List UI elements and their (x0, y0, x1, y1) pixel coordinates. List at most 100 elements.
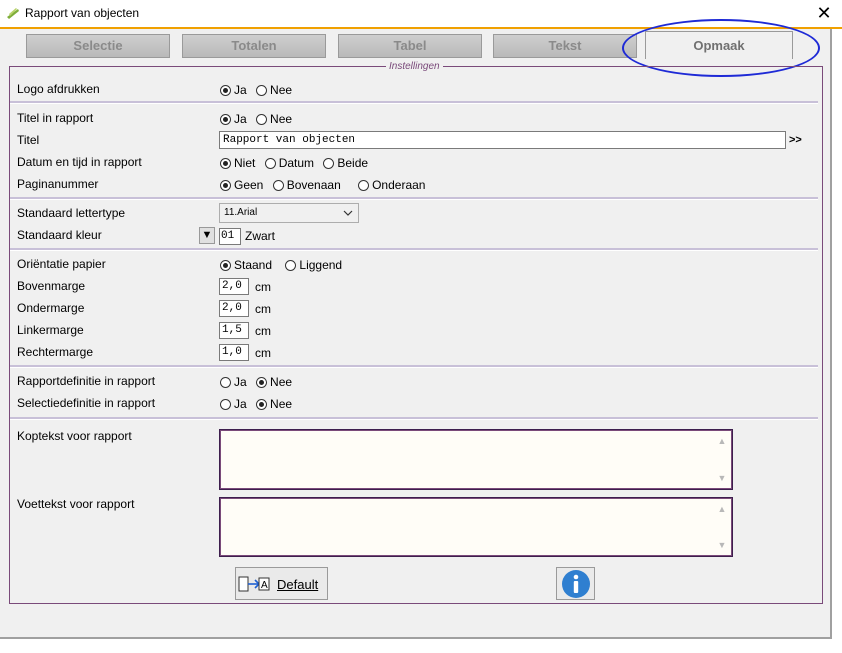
rechtermarge-label: Rechtermarge (17, 345, 94, 359)
radio-dot (323, 158, 335, 169)
lettertype-value: 11.Arial (224, 207, 258, 218)
kleur-code-input[interactable]: 01 (219, 228, 241, 245)
kleur-label: Standaard kleur (17, 228, 102, 242)
window-title: Rapport van objecten (25, 6, 140, 20)
ondermarge-unit: cm (255, 302, 271, 316)
radio-label: Niet (234, 156, 256, 170)
datum-radio-group: Niet Datum Beide (220, 156, 368, 170)
ondermarge-label: Ondermarge (17, 301, 85, 315)
radio-label: Ja (234, 83, 247, 97)
radio-dot (256, 377, 268, 388)
koptekst-label: Koptekst voor rapport (17, 429, 132, 443)
rapportdef-ja-radio[interactable]: Ja (220, 375, 247, 389)
radio-label: Ja (234, 112, 247, 126)
scroll-up-icon[interactable]: ▲ (717, 504, 727, 514)
koptekst-textarea[interactable]: ▲ ▼ (219, 429, 733, 490)
default-button[interactable]: A Default (235, 567, 328, 600)
pagina-radio-group: Geen Bovenaan Onderaan (220, 178, 425, 192)
datum-datum-radio[interactable]: Datum (264, 156, 315, 170)
lettertype-label: Standaard lettertype (17, 206, 126, 220)
separator (10, 101, 818, 104)
radio-dot (256, 85, 268, 96)
logo-ja-radio[interactable]: Ja (220, 83, 247, 97)
pagina-onderaan-radio[interactable]: Onderaan (358, 178, 425, 192)
tab-tekst[interactable]: Tekst (493, 34, 637, 58)
logo-nee-radio[interactable]: Nee (256, 83, 292, 97)
radio-dot (272, 180, 284, 191)
radio-dot (220, 260, 231, 271)
titel-ja-radio[interactable]: Ja (220, 112, 247, 126)
scroll-up-icon[interactable]: ▲ (717, 436, 727, 446)
titel-more-button[interactable]: >> (789, 134, 802, 146)
radio-dot (220, 114, 231, 125)
rechtermarge-input[interactable]: 1,0 (219, 344, 249, 361)
app-icon (7, 8, 19, 19)
info-button[interactable] (556, 567, 595, 600)
rapportdef-nee-radio[interactable]: Nee (256, 375, 292, 389)
logo-radio-group: Ja Nee (220, 83, 292, 97)
radio-label: Onderaan (372, 178, 426, 192)
radio-label: Ja (234, 375, 247, 389)
separator (10, 248, 818, 251)
radio-label: Nee (270, 112, 293, 126)
rapportdef-radio-group: Ja Nee (220, 375, 292, 389)
logo-label: Logo afdrukken (17, 82, 100, 96)
lettertype-select[interactable]: 11.Arial (219, 203, 359, 223)
radio-dot (358, 180, 370, 191)
pagina-label: Paginanummer (17, 177, 99, 191)
scroll-down-icon[interactable]: ▼ (717, 473, 727, 483)
separator (10, 365, 818, 368)
default-button-label: Default (277, 577, 319, 592)
orientatie-liggend-radio[interactable]: Liggend (285, 258, 342, 272)
radio-dot (264, 158, 276, 169)
pagina-bovenaan-radio[interactable]: Bovenaan (272, 178, 341, 192)
bovenmarge-label: Bovenmarge (17, 279, 86, 293)
radio-label: Beide (337, 156, 369, 170)
titel-label: Titel (17, 133, 40, 147)
titel-nee-radio[interactable]: Nee (256, 112, 292, 126)
radio-dot (220, 158, 231, 169)
rechtermarge-unit: cm (255, 346, 271, 360)
scroll-down-icon[interactable]: ▼ (717, 540, 727, 550)
voettekst-label: Voettekst voor rapport (17, 497, 135, 511)
radio-label: Datum (278, 156, 315, 170)
datum-beide-radio[interactable]: Beide (323, 156, 368, 170)
orientatie-label: Oriëntatie papier (17, 257, 106, 271)
close-button[interactable]: ✕ (813, 2, 835, 24)
linkermarge-label: Linkermarge (17, 323, 84, 337)
tab-totalen[interactable]: Totalen (182, 34, 326, 58)
radio-label: Nee (270, 397, 293, 411)
titel-in-rapport-radio-group: Ja Nee (220, 112, 292, 126)
radio-dot (220, 399, 231, 410)
pagina-geen-radio[interactable]: Geen (220, 178, 263, 192)
radio-dot (256, 114, 268, 125)
linkermarge-input[interactable]: 1,5 (219, 322, 249, 339)
radio-label: Liggend (299, 258, 343, 272)
radio-dot (220, 180, 231, 191)
info-icon (562, 570, 590, 598)
datum-label: Datum en tijd in rapport (17, 155, 142, 169)
tab-tabel[interactable]: Tabel (338, 34, 482, 58)
radio-dot (220, 377, 231, 388)
radio-label: Staand (234, 258, 273, 272)
bovenmarge-input[interactable]: 2,0 (219, 278, 249, 295)
orientatie-radio-group: Staand Liggend (220, 258, 342, 272)
svg-text:A: A (261, 580, 268, 591)
separator (10, 417, 818, 420)
selectiedef-ja-radio[interactable]: Ja (220, 397, 247, 411)
titel-in-rapport-label: Titel in rapport (17, 111, 94, 125)
radio-label: Ja (234, 397, 247, 411)
voettekst-textarea[interactable]: ▲ ▼ (219, 497, 733, 557)
selectiedef-radio-group: Ja Nee (220, 397, 292, 411)
titel-input[interactable]: Rapport van objecten (219, 131, 786, 149)
radio-label: Bovenaan (286, 178, 341, 192)
selectiedef-nee-radio[interactable]: Nee (256, 397, 292, 411)
linkermarge-unit: cm (255, 324, 271, 338)
color-dropdown-button[interactable]: ▼ (199, 227, 215, 244)
datum-niet-radio[interactable]: Niet (220, 156, 255, 170)
ondermarge-input[interactable]: 2,0 (219, 300, 249, 317)
tab-opmaak[interactable]: Opmaak (645, 31, 793, 59)
orientatie-staand-radio[interactable]: Staand (220, 258, 272, 272)
radio-label: Nee (270, 375, 293, 389)
tab-selectie[interactable]: Selectie (26, 34, 170, 58)
